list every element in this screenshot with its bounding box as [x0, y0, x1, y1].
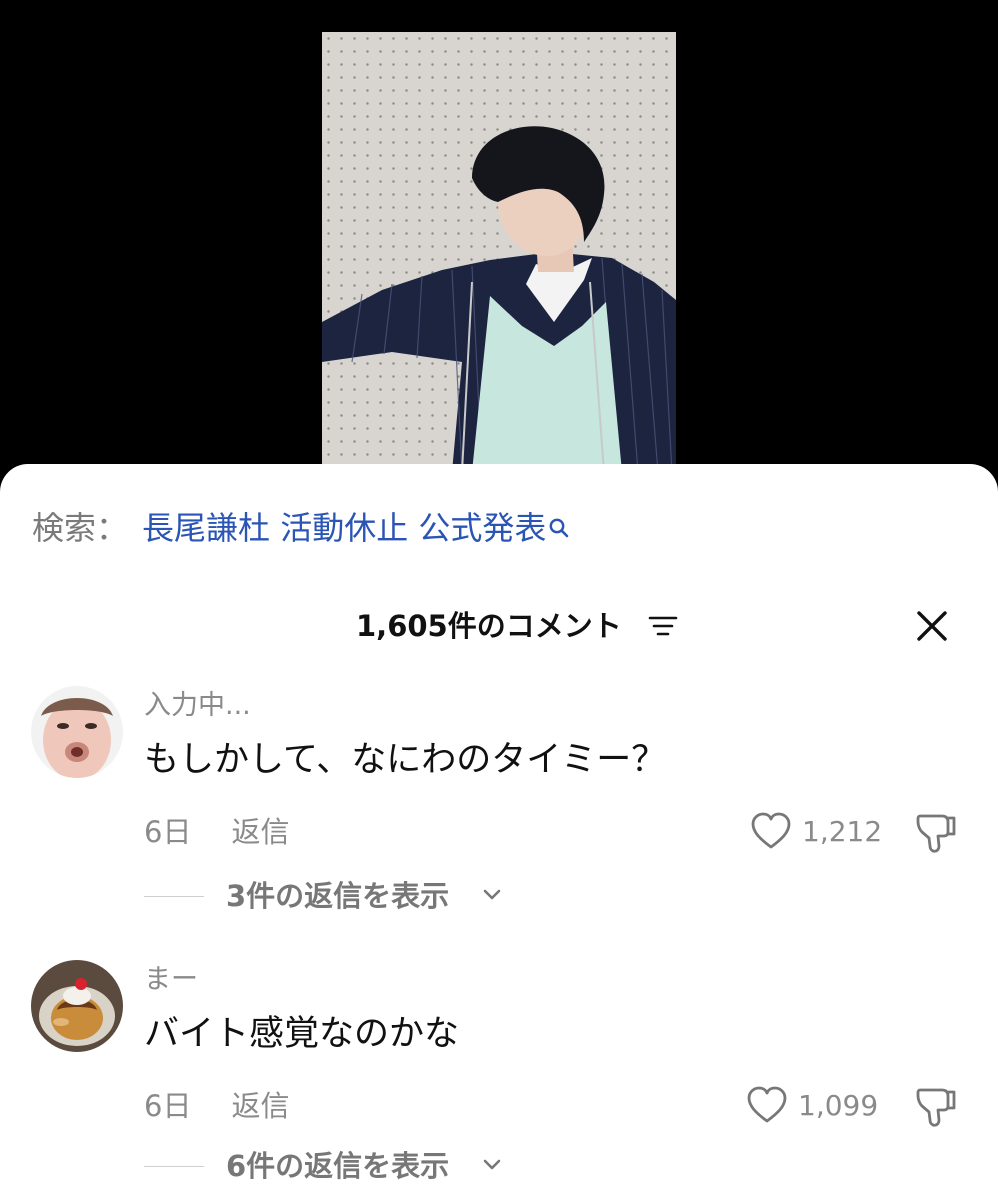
comment-meta: 6日 返信 [144, 812, 289, 852]
reply-button[interactable]: 返信 [231, 815, 289, 849]
search-suggestion[interactable]: 検索： 長尾謙杜 活動休止 公式発表 [32, 506, 570, 550]
view-replies-label: 6件の返信を表示 [226, 1149, 450, 1183]
comments-header: 1,605件のコメント [0, 604, 998, 648]
avatar[interactable] [31, 686, 123, 778]
search-icon[interactable] [548, 506, 570, 550]
like-count: 1,099 [798, 1089, 879, 1122]
dislike-icon[interactable] [912, 1086, 958, 1128]
like-count: 1,212 [802, 815, 883, 848]
video-person-image [322, 126, 676, 472]
search-query-link[interactable]: 長尾謙杜 活動休止 公式発表 [142, 509, 546, 547]
search-prefix: 検索： [32, 509, 129, 547]
comment-text: バイト感覚なのかな [144, 1014, 460, 1054]
view-replies-label: 3件の返信を表示 [226, 879, 450, 913]
video-player[interactable] [0, 0, 998, 480]
chevron-down-icon [483, 1159, 501, 1170]
avatar[interactable] [31, 960, 123, 1052]
heart-icon[interactable] [750, 812, 792, 850]
comment-time: 6日 [144, 815, 192, 849]
comment-username[interactable]: 入力中... [144, 688, 251, 724]
divider [144, 896, 204, 897]
close-icon[interactable] [914, 608, 950, 644]
comment-username[interactable]: まー [144, 962, 198, 998]
reply-button[interactable]: 返信 [231, 1089, 289, 1123]
heart-icon[interactable] [746, 1086, 788, 1124]
sort-icon[interactable] [648, 615, 678, 639]
comment-item: 入力中... もしかして、なにわのタイミー？ 6日 返信 1,212 3件の返信を… [0, 686, 998, 926]
comments-sheet: 検索： 長尾謙杜 活動休止 公式発表 1,605件のコメント 入力中... もし… [0, 464, 998, 1200]
dislike-icon[interactable] [912, 812, 958, 854]
comment-count: 1,605件のコメント [356, 609, 622, 643]
comment-meta: 6日 返信 [144, 1086, 289, 1126]
comment-text: もしかして、なにわのタイミー？ [144, 740, 667, 780]
divider [144, 1166, 204, 1167]
comment-item: まー バイト感覚なのかな 6日 返信 1,099 6件の返信を表示 [0, 960, 998, 1200]
chevron-down-icon [483, 889, 501, 900]
video-frame[interactable] [322, 32, 676, 472]
comment-time: 6日 [144, 1089, 192, 1123]
